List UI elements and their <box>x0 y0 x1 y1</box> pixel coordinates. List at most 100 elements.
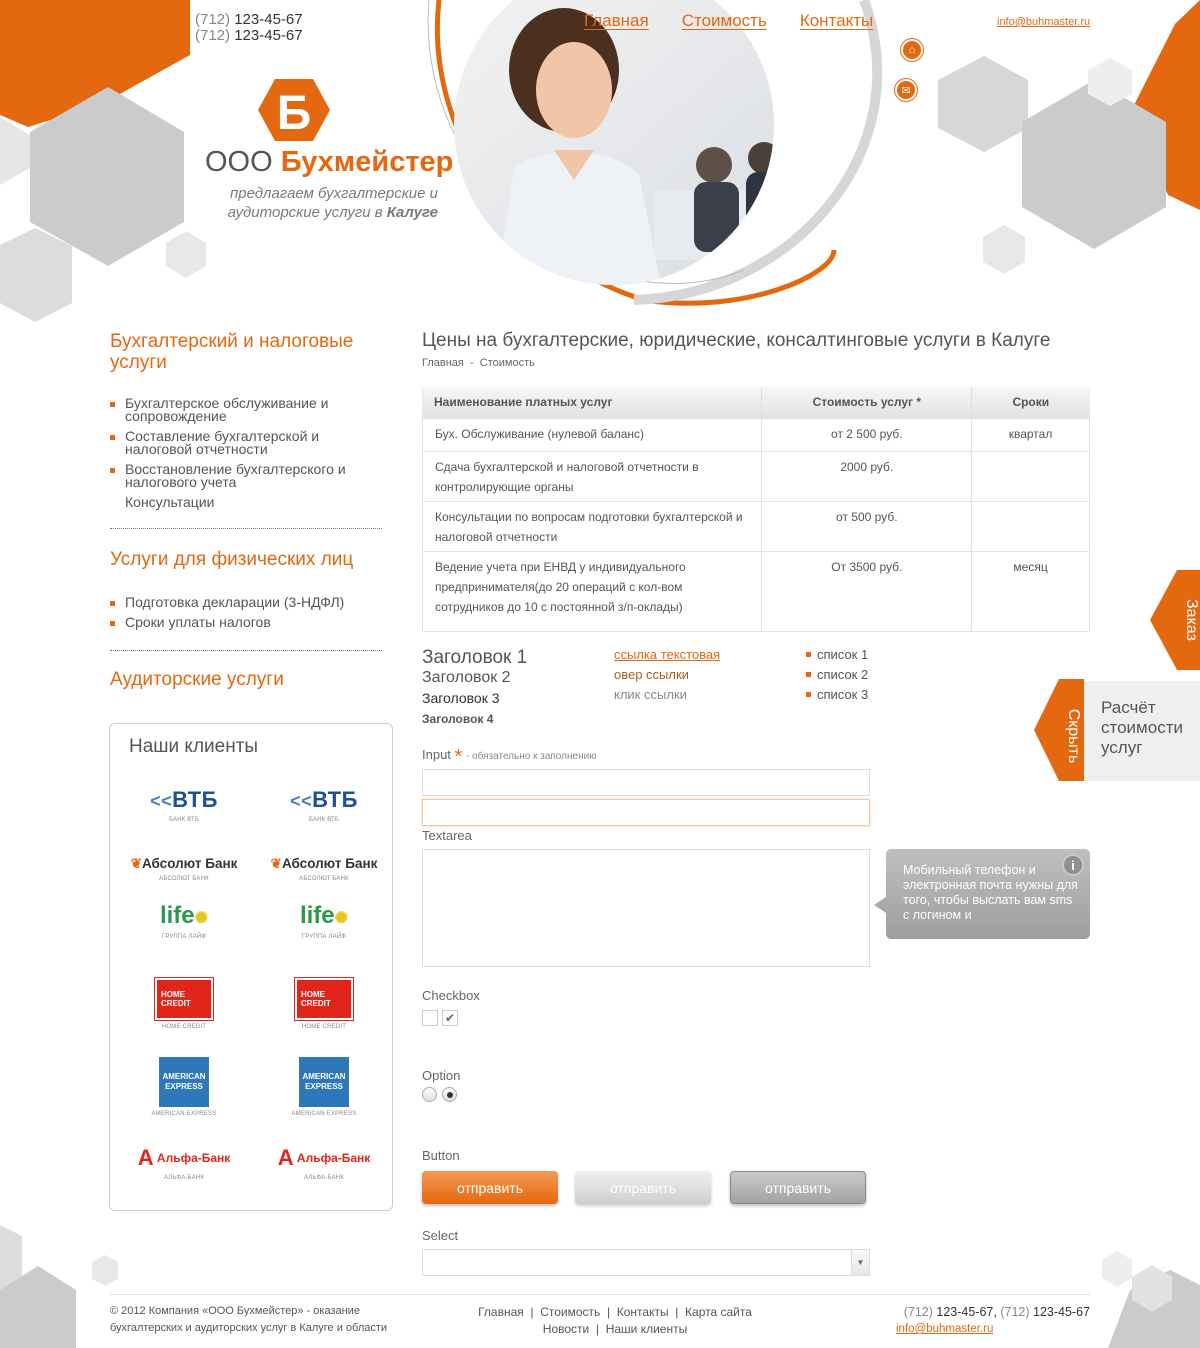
submit-button-primary[interactable]: отправить <box>422 1171 558 1204</box>
client-logo-text: life <box>299 902 335 929</box>
client-caption: ГРУППА ЛАЙФ <box>161 934 207 940</box>
client-logo-life[interactable]: life✺ ГРУППА ЛАЙФ <box>114 902 254 940</box>
table-cell: Сдача бухгалтерской и налоговой отчетнос… <box>421 450 763 502</box>
list-item: список 2 <box>806 667 868 687</box>
select-label: Select <box>422 1228 459 1243</box>
text-input-focused[interactable] <box>422 799 870 826</box>
footer-link-home[interactable]: Главная <box>478 1305 524 1319</box>
slogan-line: предлагаем бухгалтерские и <box>230 185 438 202</box>
home-icon[interactable]: ⌂ <box>901 39 923 61</box>
sidebar-heading-audit[interactable]: Аудиторские услуги <box>110 669 284 690</box>
logo-letter: Б <box>277 87 312 140</box>
radio-unselected[interactable] <box>422 1087 437 1102</box>
client-logo-absolut[interactable]: ❦Абсолют Банк АБСОЛЮТ БАНК <box>114 856 254 882</box>
table-row: Бух. Обслуживание (нулевой баланс) от 2 … <box>421 417 1090 452</box>
order-tab-label: Заказ <box>1183 599 1200 641</box>
breadcrumb-home[interactable]: Главная <box>422 357 464 369</box>
slogan: предлагаем бухгалтерские и аудиторские у… <box>200 184 438 222</box>
select-dropdown[interactable]: ▼ <box>422 1249 870 1276</box>
text-input[interactable] <box>422 769 870 796</box>
chevron-down-icon[interactable]: ▼ <box>851 1250 869 1275</box>
client-logo-text: AMERICAN EXPRESS <box>299 1057 349 1107</box>
logo-prefix: ООО <box>205 146 273 178</box>
checkbox-checked[interactable]: ✔ <box>442 1010 458 1026</box>
checkbox-unchecked[interactable] <box>422 1010 438 1026</box>
table-header: Сроки <box>971 387 1090 418</box>
client-logo-alfa-bank[interactable]: А Альфа-Банк АЛЬФА-БАНК <box>254 1145 394 1181</box>
client-logo-home-credit[interactable]: HOME CREDIT HOME CREDIT <box>254 977 394 1030</box>
radio-selected[interactable] <box>442 1087 457 1102</box>
client-logo-text: HOME CREDIT <box>154 977 214 1021</box>
links-demo: ссылка текстовая овер ссылки клик ссылки <box>614 647 720 707</box>
text-link[interactable]: ссылка текстовая <box>614 647 720 662</box>
submit-button-dark[interactable]: отправить <box>730 1171 866 1204</box>
client-logo-vtb[interactable]: <<ВТБ БАНК ВТБ <box>114 787 254 823</box>
phone-code: (712) <box>195 11 231 28</box>
client-logo-vtb[interactable]: <<ВТБ БАНК ВТБ <box>254 787 394 823</box>
heading-3-sample: Заголовок 3 <box>422 690 500 706</box>
nav-link-pricing[interactable]: Стоимость <box>682 11 767 31</box>
tooltip-arrow <box>874 897 886 913</box>
table-cell: месяц <box>971 550 1090 632</box>
calc-panel-label[interactable]: Расчёт стоимости услуг <box>1101 698 1196 758</box>
table-row: Консультации по вопросам подготовки бухг… <box>421 500 1090 552</box>
info-icon[interactable]: i <box>1062 854 1084 876</box>
sidebar-item[interactable]: Бухгалтерское обслуживание и сопровожден… <box>110 396 380 423</box>
clients-box: Наши клиенты <<ВТБ БАНК ВТБ <<ВТБ БАНК В… <box>109 723 393 1211</box>
footer-phone-code: (712) <box>1000 1305 1030 1319</box>
sidebar-item[interactable]: Подготовка декларации (3-НДФЛ) <box>110 595 380 609</box>
footer-phone-code: (712) <box>903 1305 933 1319</box>
submit-button-light[interactable]: отправить <box>575 1171 711 1204</box>
heading-2-sample: Заголовок 2 <box>422 669 511 686</box>
textarea[interactable] <box>422 849 870 967</box>
list-demo: список 1 список 2 список 3 <box>806 647 868 707</box>
client-logo-home-credit[interactable]: HOME CREDIT HOME CREDIT <box>114 977 254 1030</box>
sidebar-heading-accounting[interactable]: Бухгалтерский и налоговые услуги <box>110 331 390 373</box>
table-cell: Бух. Обслуживание (нулевой баланс) <box>421 417 763 452</box>
client-logo-alfa-bank[interactable]: А Альфа-Банк АЛЬФА-БАНК <box>114 1145 254 1181</box>
footer-link-news[interactable]: Новости <box>543 1322 589 1336</box>
nav-link-home[interactable]: Главная <box>584 11 649 31</box>
mail-icon[interactable]: ✉ <box>895 79 917 101</box>
client-caption: АБСОЛЮТ БАНК <box>299 876 349 882</box>
client-logo-text: Альфа-Банк <box>156 1151 231 1165</box>
hide-tab-label[interactable]: Скрыть <box>1064 701 1082 771</box>
footer-link-contacts[interactable]: Контакты <box>617 1305 669 1319</box>
nav-link-contacts[interactable]: Контакты <box>800 11 873 31</box>
page-title: Цены на бухгалтерские, юридические, конс… <box>422 330 1051 351</box>
click-link[interactable]: клик ссылки <box>614 687 687 702</box>
footer-phone: 123-45-67 <box>936 1305 994 1319</box>
header-phones: (712) 123-45-67 (712) 123-45-67 <box>195 12 303 44</box>
client-caption: АЛЬФА-БАНК <box>303 1175 345 1181</box>
hover-link[interactable]: овер ссылки <box>614 667 689 682</box>
button-label: Button <box>422 1148 460 1163</box>
client-logo-text: life <box>159 902 195 929</box>
table-header: Наименование платных услуг <box>421 387 762 418</box>
input-label: Input <box>422 747 451 762</box>
slogan-city: Калуге <box>386 204 438 221</box>
footer-link-clients[interactable]: Наши клиенты <box>606 1322 688 1336</box>
footer-copyright: © 2012 Компания «ООО Бухмейстер» - оказа… <box>110 1305 388 1334</box>
header-email-link[interactable]: info@buhmaster.ru <box>997 16 1090 28</box>
breadcrumb-current: Стоимость <box>479 357 535 369</box>
phone-number: 123-45-67 <box>234 11 303 28</box>
client-logo-absolut[interactable]: ❦Абсолют Банк АБСОЛЮТ БАНК <box>254 856 394 882</box>
client-logo-american-express[interactable]: AMERICAN EXPRESS AMERICAN EXPRESS <box>254 1057 394 1117</box>
sidebar-item[interactable]: Восстановление бухгалтерского и налогово… <box>110 462 380 489</box>
footer-link-sitemap[interactable]: Карта сайта <box>685 1305 752 1319</box>
client-logo-life[interactable]: life✺ ГРУППА ЛАЙФ <box>254 902 394 940</box>
table-cell: от 500 руб. <box>761 500 973 552</box>
list-item: список 3 <box>806 687 868 707</box>
footer-email-link[interactable]: info@buhmaster.ru <box>896 1323 993 1335</box>
sidebar-item[interactable]: Составление бухгалтерской и налоговой от… <box>110 429 380 456</box>
client-logo-american-express[interactable]: AMERICAN EXPRESS AMERICAN EXPRESS <box>114 1057 254 1117</box>
table-cell: от 2 500 руб. <box>761 417 973 452</box>
sidebar-heading-individuals[interactable]: Услуги для физических лиц <box>110 549 353 570</box>
footer-contacts: (712) 123-45-67, (712) 123-45-67 <box>903 1305 1090 1319</box>
tooltip-text: Мобильный телефон и электронная почта ну… <box>903 863 1078 922</box>
footer-link-pricing[interactable]: Стоимость <box>540 1305 600 1319</box>
sidebar-list-individuals: Подготовка декларации (3-НДФЛ) Сроки упл… <box>110 595 380 636</box>
sidebar-item[interactable]: Консультации <box>110 495 380 509</box>
sidebar-item[interactable]: Сроки уплаты налогов <box>110 615 380 629</box>
order-tab[interactable]: Заказ <box>1150 570 1200 670</box>
